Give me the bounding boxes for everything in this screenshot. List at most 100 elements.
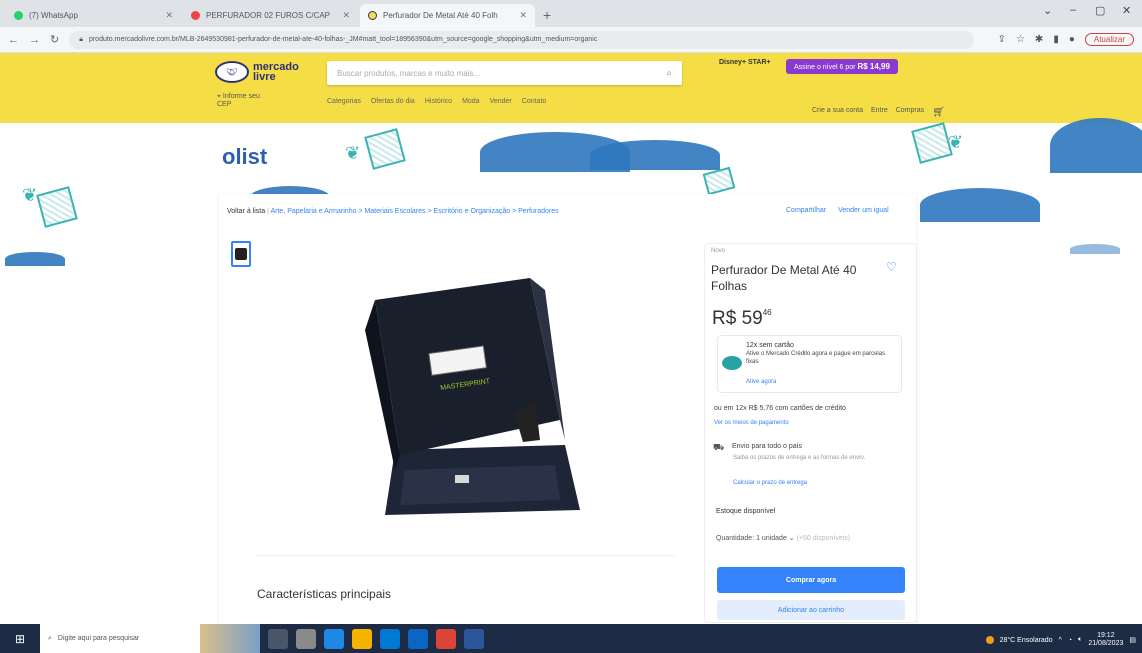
mercado-credito-icon — [722, 356, 742, 370]
network-icon[interactable]: ◔ — [1068, 637, 1072, 644]
share-link[interactable]: Compartilhar — [786, 207, 826, 214]
nav-categorias[interactable]: Categorias — [327, 98, 361, 105]
profile-icon[interactable]: ● — [1069, 34, 1075, 45]
shipping-title: Envio para todo o país — [732, 443, 803, 450]
forward-arrow-icon[interactable]: → — [29, 34, 40, 46]
date: 21/08/2023 — [1088, 640, 1124, 647]
search-highlight-image[interactable] — [200, 624, 260, 653]
activate-credit-link[interactable]: Ative agora — [746, 379, 776, 385]
search-input[interactable]: Buscar produtos, marcas e muito mais... … — [327, 61, 682, 85]
update-button[interactable]: Atualizar — [1084, 33, 1134, 46]
payment-methods-link[interactable]: Ver os meios de pagamento — [714, 420, 789, 426]
maximize-icon[interactable]: ▢ — [1095, 4, 1105, 17]
features-title: Características principais — [257, 587, 392, 601]
shipping-subtitle: Saiba os prazos de entrega e as formas d… — [733, 455, 866, 461]
google-icon — [191, 11, 200, 20]
promo-text: Assine o nível 6 por — [794, 64, 856, 71]
window-close-icon[interactable]: ✕ — [1122, 4, 1131, 17]
mail-icon[interactable] — [408, 628, 428, 649]
sidepanel-icon[interactable]: ▮ — [1053, 34, 1059, 45]
nav-moda[interactable]: Moda — [462, 98, 480, 105]
tray-chevron-icon[interactable]: ^ — [1059, 637, 1062, 644]
chrome-icon[interactable] — [436, 628, 456, 649]
store-logo[interactable]: olist — [222, 144, 267, 170]
heart-icon[interactable]: ♡ — [886, 260, 897, 274]
divider — [255, 555, 675, 556]
task-view-icon[interactable] — [268, 628, 288, 649]
search-icon[interactable]: ⌕ — [666, 68, 672, 79]
volume-icon[interactable]: 🔈︎ — [1078, 636, 1082, 644]
cloud-decoration — [1050, 118, 1142, 173]
minimize-icon[interactable]: – — [1070, 4, 1076, 16]
header-nav: Categorias Ofertas do dia Histórico Moda… — [327, 98, 546, 105]
extensions-icon[interactable]: ✱ — [1035, 34, 1043, 45]
url-field[interactable]: 🔒︎ produto.mercadolivre.com.br/MLB-26495… — [69, 30, 974, 49]
breadcrumb-path[interactable]: Arte, Papelaria e Armarinho > Materiais … — [270, 208, 558, 215]
logo-line2: livre — [253, 71, 276, 83]
back-arrow-icon[interactable]: ← — [8, 34, 19, 46]
account-links: Crie a sua conta Entre Compras 🛒︎ — [812, 107, 945, 118]
taskbar-search-input[interactable]: ⌕ Digite aqui para pesquisar — [40, 624, 200, 653]
nav-historico[interactable]: Histórico — [425, 98, 452, 105]
tab-perfurador-google[interactable]: PERFURADOR 02 FUROS C/CAP ✕ — [183, 4, 358, 27]
notifications-icon[interactable]: ▤ — [1129, 636, 1136, 644]
stock-status: Estoque disponível — [716, 508, 776, 515]
product-title: Perfurador De Metal Até 40 Folhas — [711, 263, 857, 293]
tab-label: PERFURADOR 02 FUROS C/CAP — [206, 11, 331, 20]
cloud-decoration — [590, 140, 720, 170]
add-to-cart-button[interactable]: Adicionar ao carrinho — [717, 600, 905, 620]
star-icon[interactable]: ☆ — [1016, 34, 1025, 45]
whatsapp-icon — [14, 11, 23, 20]
promo-banner[interactable]: Assine o nível 6 por R$ 14,99 — [786, 59, 898, 74]
disney-star-logo[interactable]: Disney+ STAR+ — [719, 59, 771, 66]
calculate-shipping-link[interactable]: Calcular o prazo de entrega — [733, 480, 807, 486]
handshake-icon: 🤝︎ — [215, 61, 249, 83]
share-icon[interactable]: ⇪ — [998, 34, 1006, 45]
nav-vender[interactable]: Vender — [490, 98, 512, 105]
store-icon[interactable] — [380, 628, 400, 649]
cep-selector[interactable]: ⌖ Informe seu CEP — [217, 93, 260, 109]
edge-icon[interactable] — [324, 628, 344, 649]
clock[interactable]: 19:12 21/08/2023 — [1088, 632, 1123, 648]
close-icon[interactable]: ✕ — [519, 10, 527, 21]
sell-similar-link[interactable]: Vender um igual — [838, 207, 889, 214]
cloud-decoration — [920, 188, 1040, 222]
quantity-available: (+50 disponíveis) — [796, 535, 851, 542]
tab-search-chevron-icon[interactable]: ⌄ — [1043, 4, 1052, 17]
location-pin-icon: ⌖ — [217, 93, 221, 100]
cart-icon[interactable]: 🛒︎ — [932, 107, 945, 118]
chevron-down-icon: ⌄ — [788, 535, 795, 542]
tab-label: (7) WhatsApp — [29, 11, 78, 20]
product-thumbnail[interactable] — [231, 241, 251, 267]
buy-now-button[interactable]: Comprar agora — [717, 567, 905, 593]
back-to-list-link[interactable]: Voltar à lista — [227, 208, 265, 215]
search-placeholder: Buscar produtos, marcas e muito mais... — [337, 68, 481, 78]
mercadolivre-icon — [368, 11, 377, 20]
flying-box-decoration — [911, 122, 953, 164]
mercadolivre-logo[interactable]: 🤝︎ mercado livre — [215, 61, 299, 83]
nav-contato[interactable]: Contato — [522, 98, 547, 105]
widgets-icon[interactable] — [296, 628, 316, 649]
price-main: R$ 59 — [712, 308, 763, 329]
nav-ofertas[interactable]: Ofertas do dia — [371, 98, 415, 105]
windows-start-icon[interactable]: ⊞ — [0, 624, 40, 653]
flying-box-decoration — [36, 186, 78, 228]
taskbar-search-placeholder: Digite aqui para pesquisar — [57, 635, 140, 642]
tab-label: Perfurador De Metal Até 40 Folh — [383, 11, 498, 20]
tab-mercadolivre[interactable]: Perfurador De Metal Até 40 Folh ✕ — [360, 4, 535, 27]
purchases-link[interactable]: Compras — [896, 107, 924, 118]
new-tab-button[interactable]: + — [543, 7, 551, 23]
weather-text[interactable]: 28°C Ensolarado — [1000, 637, 1053, 644]
login-link[interactable]: Entre — [871, 107, 888, 118]
reload-icon[interactable]: ↻ — [50, 33, 59, 46]
close-icon[interactable]: ✕ — [165, 10, 173, 21]
system-tray: 28°C Ensolarado ^ ◔ 🔈︎ 19:12 21/08/2023 … — [985, 632, 1136, 648]
close-icon[interactable]: ✕ — [342, 10, 350, 21]
file-explorer-icon[interactable] — [352, 628, 372, 649]
create-account-link[interactable]: Crie a sua conta — [812, 107, 863, 118]
tab-whatsapp[interactable]: (7) WhatsApp ✕ — [6, 4, 181, 27]
quantity-selector[interactable]: Quantidade: 1 unidade ⌄ (+50 disponíveis… — [716, 534, 850, 542]
address-bar-row: ← → ↻ 🔒︎ produto.mercadolivre.com.br/MLB… — [0, 27, 1142, 53]
word-icon[interactable] — [464, 628, 484, 649]
price: R$ 5946 — [712, 308, 772, 330]
